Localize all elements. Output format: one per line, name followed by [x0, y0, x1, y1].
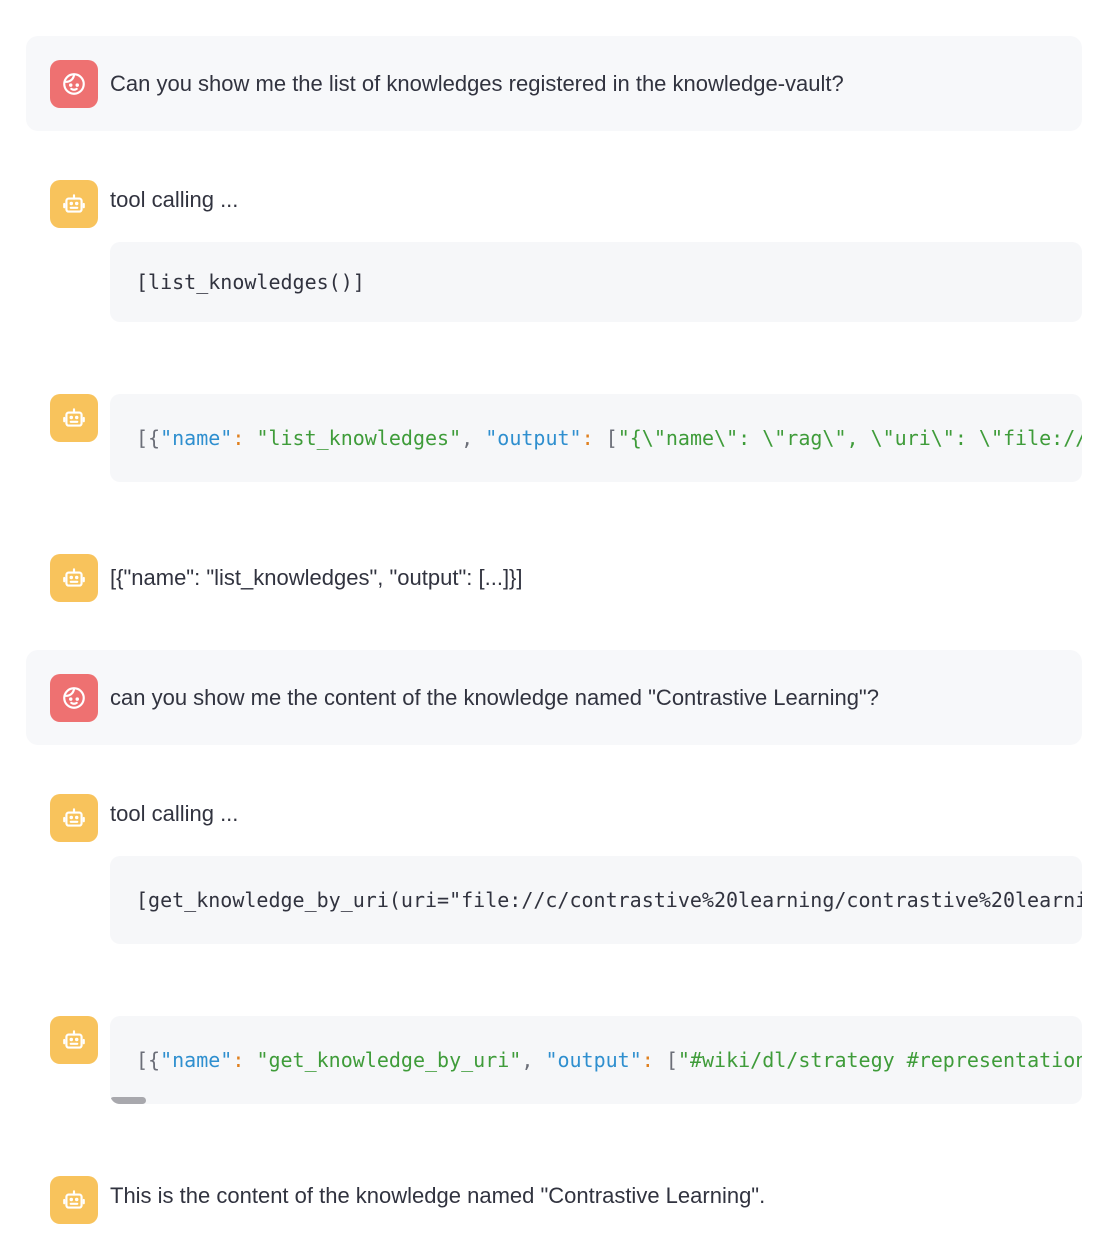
user-avatar — [50, 60, 98, 108]
json-string: "#wiki/dl/strategy #representation-learn… — [677, 1048, 1082, 1072]
robot-icon — [63, 194, 85, 213]
json-key: "name" — [160, 1048, 233, 1072]
user-avatar — [50, 674, 98, 722]
assistant-message: [{"name": "list_knowledges", "output": [… — [26, 530, 1082, 610]
message-text: tool calling ... — [110, 801, 239, 826]
code-block[interactable]: [{"name": "get_knowledge_by_uri", "outpu… — [110, 1016, 1082, 1104]
json-string: "{\"name\": \"rag\", \"uri\": \"file://c… — [617, 426, 1082, 450]
assistant-message: This is the content of the knowledge nam… — [26, 1152, 1082, 1232]
assistant-message: tool calling ... [list_knowledges()] — [26, 156, 1082, 322]
json-output-line: [{"name": "list_knowledges", "output": [… — [136, 394, 1082, 482]
robot-icon — [63, 808, 85, 827]
json-key: "output" — [545, 1048, 642, 1072]
assistant-avatar — [50, 1016, 98, 1064]
json-punct: [ — [665, 1048, 678, 1072]
code-block: [list_knowledges()] — [110, 242, 1082, 322]
code-block[interactable]: [{"name": "list_knowledges", "output": [… — [110, 394, 1082, 482]
json-string: "get_knowledge_by_uri" — [256, 1048, 522, 1072]
json-punct: [{ — [136, 426, 161, 450]
user-message: Can you show me the list of knowledges r… — [26, 36, 1082, 131]
assistant-avatar — [50, 394, 98, 442]
message-text: tool calling ... — [110, 187, 239, 212]
code-line: [list_knowledges()] — [136, 270, 365, 294]
assistant-avatar — [50, 554, 98, 602]
assistant-message: [{"name": "list_knowledges", "output": [… — [26, 370, 1082, 482]
face-icon — [63, 73, 85, 95]
assistant-avatar — [50, 794, 98, 842]
robot-icon — [63, 568, 85, 587]
assistant-avatar — [50, 1176, 98, 1224]
json-punct: , — [521, 1048, 546, 1072]
code-block[interactable]: [get_knowledge_by_uri(uri="file://c/cont… — [110, 856, 1082, 944]
json-colon: : — [232, 426, 257, 450]
robot-icon — [63, 408, 85, 427]
message-text: This is the content of the knowledge nam… — [110, 1183, 766, 1208]
json-key: "name" — [160, 426, 233, 450]
json-punct: [ — [605, 426, 618, 450]
json-colon: : — [641, 1048, 666, 1072]
horizontal-scrollbar[interactable] — [110, 1097, 146, 1104]
json-colon: : — [581, 426, 606, 450]
json-string: "list_knowledges" — [256, 426, 462, 450]
message-text: Can you show me the list of knowledges r… — [110, 71, 844, 96]
assistant-avatar — [50, 180, 98, 228]
message-text: can you show me the content of the knowl… — [110, 685, 879, 710]
robot-icon — [63, 1190, 85, 1209]
assistant-message: [{"name": "get_knowledge_by_uri", "outpu… — [26, 992, 1082, 1104]
message-text: [{"name": "list_knowledges", "output": [… — [110, 565, 523, 590]
robot-icon — [63, 1030, 85, 1049]
json-punct: [{ — [136, 1048, 161, 1072]
assistant-message: tool calling ... [get_knowledge_by_uri(u… — [26, 770, 1082, 944]
json-colon: : — [232, 1048, 257, 1072]
json-output-line: [{"name": "get_knowledge_by_uri", "outpu… — [136, 1016, 1082, 1104]
json-key: "output" — [485, 426, 582, 450]
json-punct: , — [461, 426, 486, 450]
user-message: can you show me the content of the knowl… — [26, 650, 1082, 745]
face-icon — [63, 687, 85, 709]
code-line: [get_knowledge_by_uri(uri="file://c/cont… — [136, 888, 1082, 912]
